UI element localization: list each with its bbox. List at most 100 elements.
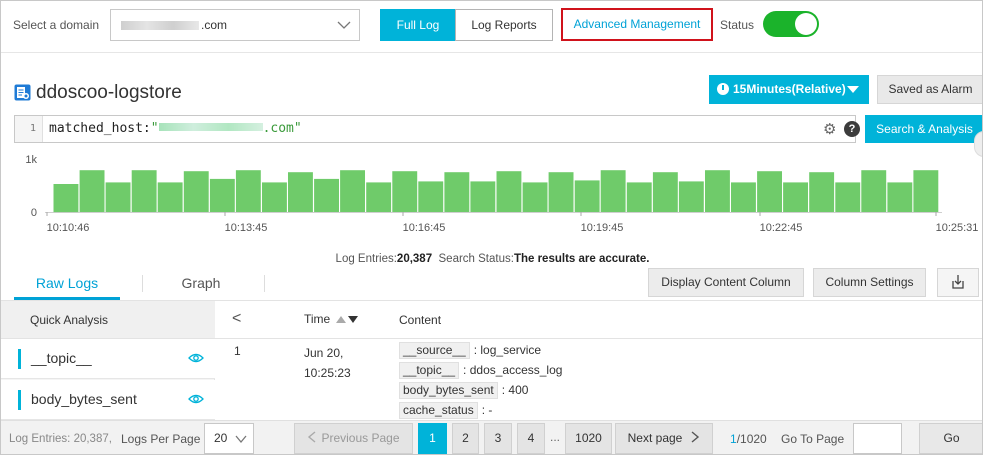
histogram-bar[interactable]: [705, 170, 730, 212]
field-key: body_bytes_sent: [399, 382, 498, 399]
histogram-bar[interactable]: [105, 182, 131, 212]
histogram-bar[interactable]: [783, 182, 808, 212]
page-button-1[interactable]: 1: [418, 423, 447, 454]
field-label: body_bytes_sent: [31, 391, 137, 407]
histogram-bar[interactable]: [79, 170, 105, 212]
histogram-bar[interactable]: [626, 182, 652, 212]
histogram-bar[interactable]: [913, 170, 939, 212]
sort-icon[interactable]: [336, 315, 360, 323]
histogram-bar[interactable]: [887, 182, 913, 212]
histogram-bar[interactable]: [757, 171, 782, 212]
field-marker: [18, 349, 21, 369]
top-bar: Select a domain .com Full Log Log Report…: [1, 1, 982, 53]
histogram-bar[interactable]: [470, 181, 496, 212]
line-number: 1: [15, 116, 43, 142]
tab-raw-logs[interactable]: Raw Logs: [14, 267, 120, 300]
logstore-icon: [14, 84, 31, 101]
field-value: log_service: [480, 343, 542, 357]
collapse-chevron[interactable]: <: [232, 310, 241, 328]
histogram-bar[interactable]: [861, 170, 887, 212]
eye-icon[interactable]: [188, 393, 204, 405]
advanced-management-highlight: Advanced Management: [561, 8, 713, 41]
histogram-bar[interactable]: [418, 181, 444, 212]
histogram-bar[interactable]: [366, 182, 392, 212]
quick-analysis-panel: Quick Analysis __topic__ body_bytes_sent: [1, 301, 215, 421]
time-column-header[interactable]: Time: [304, 312, 330, 326]
logs-per-page-label: Logs Per Page: [121, 432, 201, 446]
status-toggle[interactable]: [763, 11, 819, 37]
histogram-bar[interactable]: [262, 182, 287, 212]
histogram-bar[interactable]: [678, 181, 704, 212]
go-to-page-input[interactable]: [853, 423, 902, 454]
histogram-bar[interactable]: [809, 172, 835, 212]
gear-icon[interactable]: ⚙: [823, 120, 836, 138]
domain-value: .com: [201, 18, 228, 32]
query-editor[interactable]: 1 matched_host:" .com" ⚙ ?: [14, 115, 860, 143]
histogram-bar[interactable]: [183, 171, 209, 212]
page-indicator: 1/1020: [730, 432, 767, 446]
quick-analysis-field[interactable]: body_bytes_sent: [1, 380, 215, 420]
help-icon[interactable]: ?: [844, 121, 860, 137]
histogram-bar[interactable]: [522, 182, 548, 212]
column-settings-button[interactable]: Column Settings: [813, 268, 926, 297]
histogram-bar[interactable]: [314, 178, 339, 212]
field-key: __topic__: [399, 362, 460, 379]
log-reports-button[interactable]: Log Reports: [455, 9, 553, 41]
histogram-bar[interactable]: [131, 170, 157, 212]
entries-label: Log Entries:: [335, 253, 397, 265]
x-tick-label: 10:19:45: [581, 222, 624, 234]
download-button[interactable]: [937, 268, 979, 297]
page-button-4[interactable]: 4: [517, 423, 545, 454]
domain-select[interactable]: .com: [110, 9, 360, 41]
quick-analysis-field[interactable]: __topic__: [1, 339, 215, 379]
advanced-management-link[interactable]: Advanced Management: [563, 10, 711, 39]
histogram-bar[interactable]: [731, 182, 756, 212]
page-button-3[interactable]: 3: [484, 423, 512, 454]
search-analysis-button[interactable]: Search & Analysis: [865, 115, 982, 143]
chevron-left-icon: [308, 431, 316, 443]
go-button[interactable]: Go: [919, 423, 982, 454]
saved-as-alarm-button[interactable]: Saved as Alarm: [877, 75, 982, 104]
field-marker: [18, 390, 21, 410]
status-label: Status: [720, 18, 755, 32]
histogram-bar[interactable]: [288, 172, 313, 212]
time-range-button[interactable]: 15Minutes(Relative): [709, 75, 869, 104]
histogram-bar[interactable]: [835, 182, 861, 212]
logs-per-page-select[interactable]: 20: [204, 423, 254, 454]
histogram-bar[interactable]: [209, 178, 235, 212]
tab-divider: [264, 275, 265, 292]
eye-icon[interactable]: [188, 352, 204, 364]
tab-graph[interactable]: Graph: [146, 267, 256, 300]
query-text[interactable]: matched_host:" .com": [49, 121, 302, 136]
log-field: __source__: log_service: [399, 342, 541, 359]
quick-analysis-title: Quick Analysis: [1, 301, 215, 339]
query-prefix: matched_host:: [49, 121, 151, 136]
histogram-bar[interactable]: [600, 170, 626, 212]
field-label: __topic__: [31, 350, 92, 366]
log-field: body_bytes_sent: 400: [399, 382, 528, 399]
histogram-bar[interactable]: [157, 182, 183, 212]
next-page-button[interactable]: Next page: [615, 423, 713, 454]
tab-divider: [142, 275, 143, 292]
full-log-button[interactable]: Full Log: [380, 9, 456, 41]
domain-redacted: [121, 21, 199, 30]
logs-per-page-value: 20: [214, 431, 228, 445]
chevron-down-icon: [337, 21, 351, 29]
histogram-bar[interactable]: [574, 180, 600, 212]
histogram-bar[interactable]: [652, 172, 678, 212]
display-content-column-button[interactable]: Display Content Column: [648, 268, 804, 297]
histogram-bar[interactable]: [444, 172, 470, 212]
histogram-bar[interactable]: [392, 171, 418, 212]
histogram-bar[interactable]: [548, 172, 574, 212]
histogram-bar[interactable]: [496, 171, 522, 212]
histogram-bar[interactable]: [235, 170, 261, 212]
page-button-last[interactable]: 1020: [565, 423, 612, 454]
histogram-bar[interactable]: [53, 184, 79, 213]
time-range-label: 15Minutes(Relative): [733, 82, 846, 96]
total-pages: /1020: [736, 432, 767, 446]
page-button-2[interactable]: 2: [452, 423, 479, 454]
x-tick-label: 10:13:45: [225, 222, 268, 234]
histogram-bar[interactable]: [340, 170, 365, 212]
previous-page-button[interactable]: Previous Page: [294, 423, 413, 454]
log-field: cache_status: -: [399, 402, 492, 419]
